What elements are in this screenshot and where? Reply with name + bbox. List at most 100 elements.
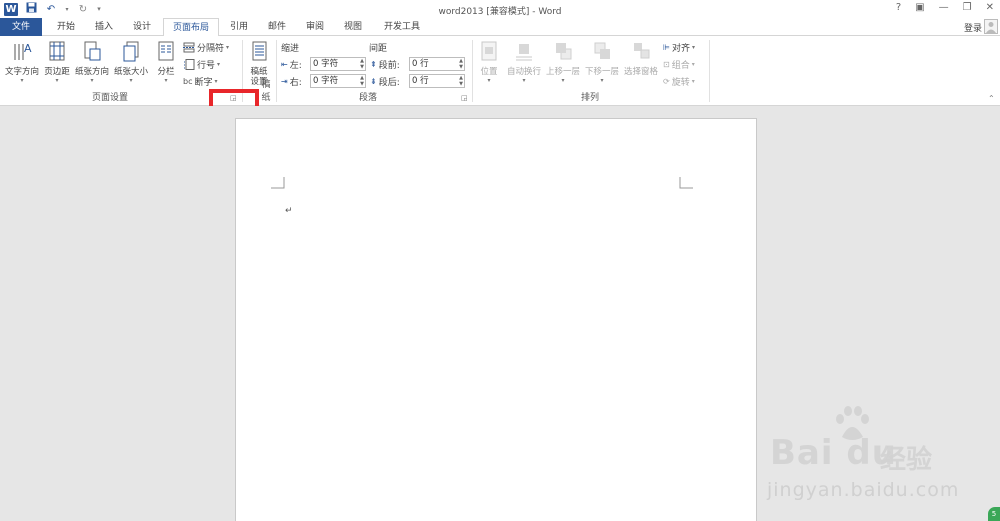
position-icon [481,41,497,61]
spacing-header: 间距 [369,44,388,54]
indent-right-input[interactable]: 0 字符 ▲ ▼ [310,74,366,88]
group-divider [709,40,710,102]
bring-forward-button[interactable]: 上移一层 ▾ [544,40,582,84]
manuscript-group-label: 稿纸 [261,80,271,103]
text-direction-button[interactable]: A 文字方向 ▾ [3,40,41,84]
chevron-down-icon: ▾ [226,44,230,51]
status-badge: 5 [988,507,1000,521]
indent-left-text: 左: [289,61,302,71]
text-direction-label: 文字方向 [4,67,39,77]
indent-left-input[interactable]: 0 字符 ▲ ▼ [310,57,366,71]
svg-text:A: A [24,42,32,55]
orientation-icon [84,41,101,61]
sign-in-link[interactable]: 登录 [964,21,982,34]
tab-home[interactable]: 开始 [50,18,82,36]
send-backward-button[interactable]: 下移一层 ▾ [583,40,621,84]
spacing-before-icon: ⇞ [370,60,377,69]
tab-insert[interactable]: 插入 [88,18,120,36]
window-title: word2013 [兼容模式] - Word [438,7,562,17]
tab-developer[interactable]: 开发工具 [378,18,426,36]
manuscript-label-line1: 稿纸 [250,67,268,77]
size-label: 纸张大小 [113,67,148,77]
tab-page-layout[interactable]: 页面布局 [163,18,219,37]
spinner-arrows-icon[interactable]: ▲ ▼ [360,75,364,87]
selection-pane-icon [634,43,650,59]
group-label: 组合 [671,61,690,71]
indent-header: 缩进 [281,44,300,54]
size-button[interactable]: 纸张大小 ▾ [112,40,150,84]
chevron-down-icon: ▾ [600,77,604,84]
align-icon: ⊫ [663,43,670,52]
restore-button[interactable]: ❐ [963,2,972,13]
selection-pane-button[interactable]: 选择窗格 [622,40,660,77]
help-button[interactable]: ? [896,2,901,13]
wrap-text-button[interactable]: 自动换行 ▾ [505,40,543,84]
minimize-button[interactable]: — [939,2,949,13]
rotate-icon: ⟳ [663,77,670,86]
selection-pane-label: 选择窗格 [623,67,658,77]
chevron-down-icon: ▾ [129,77,133,84]
margin-corner-top-right [679,177,693,189]
tab-design[interactable]: 设计 [126,18,158,36]
spinner-arrows-icon[interactable]: ▲ ▼ [459,75,463,87]
spacing-after-text: 段后: [378,78,400,88]
collapse-ribbon-icon[interactable]: ⌃ [988,94,995,103]
wrap-text-icon [516,44,532,61]
text-direction-icon: A [14,42,32,60]
chevron-down-icon: ▾ [214,78,218,85]
chevron-down-icon: ▾ [20,77,24,84]
user-avatar-icon[interactable] [984,19,998,34]
spinner-arrows-icon[interactable]: ▲ ▼ [459,58,463,70]
indent-left-label: ⇤ 左: [281,58,302,71]
indent-right-text: 右: [289,78,302,88]
paragraph-mark: ↵ [285,206,293,216]
indent-right-value: 0 字符 [313,76,339,86]
send-backward-label: 下移一层 [584,67,619,77]
breaks-button[interactable]: 分隔符 ▾ [183,41,229,54]
paragraph-group-label: 段落 [358,93,377,103]
tab-references[interactable]: 引用 [224,18,254,36]
group-divider [472,40,473,102]
chevron-down-icon: ▾ [691,61,695,68]
indent-right-icon: ⇥ [281,77,288,86]
tab-review[interactable]: 审阅 [300,18,330,36]
chevron-down-icon: ▾ [487,77,491,84]
group-button[interactable]: ⊡ 组合 ▾ [663,58,695,71]
paragraph-dialog-launcher-icon[interactable]: ◲ [461,94,468,102]
orientation-button[interactable]: 纸张方向 ▾ [73,40,111,84]
tab-view[interactable]: 视图 [338,18,368,36]
spacing-after-icon: ⇟ [370,77,377,86]
tab-file[interactable]: 文件 [0,18,42,36]
spacing-after-input[interactable]: 0 行 ▲ ▼ [409,74,465,88]
position-button[interactable]: 位置 ▾ [476,40,502,84]
paper-size-icon [123,41,139,62]
line-numbers-button[interactable]: 行号 ▾ [183,58,220,71]
ribbon-page-layout: A 文字方向 ▾ 页边距 ▾ 纸张方向 ▾ 纸张大小 ▾ 分栏 ▾ 分隔符 ▾ … [0,36,1000,106]
baidu-logo-text: Bai du [770,433,897,473]
chevron-down-icon: ▾ [164,77,168,84]
hyphenation-button[interactable]: bc 断字 ▾ [183,75,218,88]
bring-forward-label: 上移一层 [545,67,580,77]
columns-button[interactable]: 分栏 ▾ [153,40,179,84]
manuscript-icon [252,41,267,61]
rotate-button[interactable]: ⟳ 旋转 ▾ [663,75,695,88]
chevron-down-icon: ▾ [561,77,565,84]
window-controls: ? ▣ — ❐ ✕ [896,2,994,13]
spinner-arrows-icon[interactable]: ▲ ▼ [360,58,364,70]
margins-button[interactable]: 页边距 ▾ [43,40,71,84]
spacing-after-value: 0 行 [412,76,429,86]
margins-label: 页边距 [44,67,70,77]
margin-corner-top-left [271,177,285,189]
spacing-after-label: ⇟ 段后: [370,75,400,88]
document-page[interactable]: ↵ [235,118,757,521]
title-bar: W ↶ ▾ ↻ ▾ word2013 [兼容模式] - Word ? ▣ — ❐… [0,0,1000,18]
close-button[interactable]: ✕ [986,2,994,13]
spacing-before-input[interactable]: 0 行 ▲ ▼ [409,57,465,71]
tab-mailings[interactable]: 邮件 [262,18,292,36]
ribbon-display-options-button[interactable]: ▣ [915,2,924,13]
breaks-icon [183,42,195,53]
spacing-before-text: 段前: [378,61,400,71]
columns-icon [158,41,174,61]
group-divider [276,40,277,102]
align-button[interactable]: ⊫ 对齐 ▾ [663,41,695,54]
